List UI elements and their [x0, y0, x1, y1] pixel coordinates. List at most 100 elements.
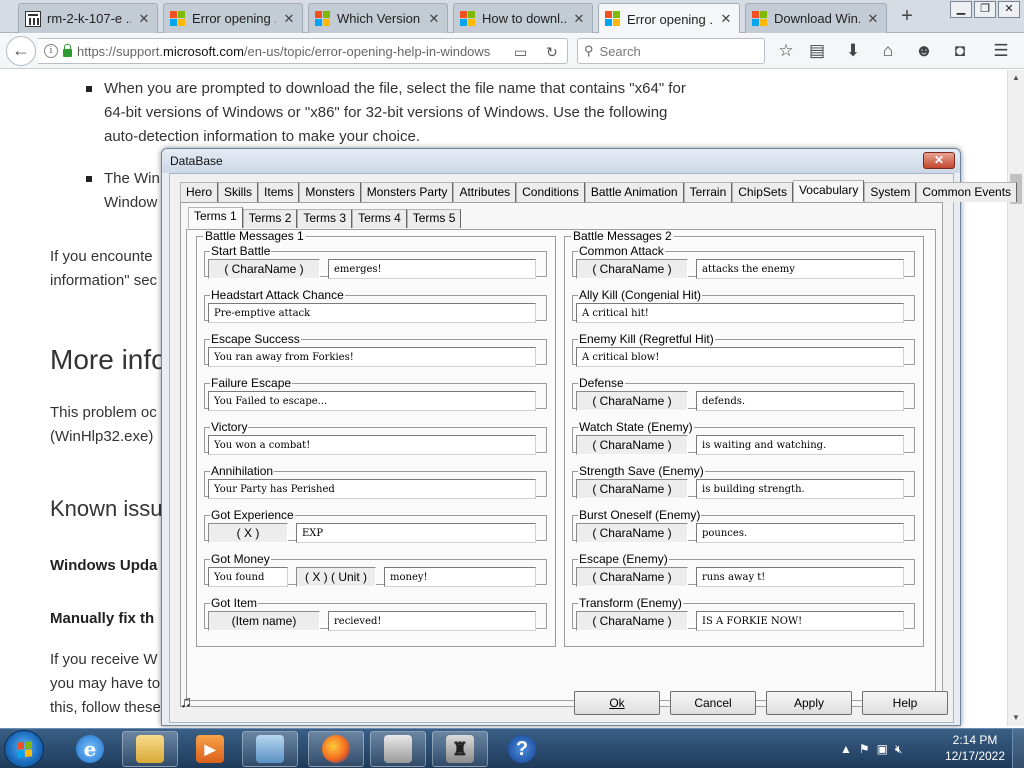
ally-kill-input[interactable]	[576, 303, 904, 323]
download-icon[interactable]: ⬇	[842, 40, 864, 62]
headstart-attack-field: Headstart Attack Chance	[204, 289, 547, 323]
taskbar-media-player[interactable]: ▶	[182, 731, 238, 767]
info-icon[interactable]: i	[44, 44, 58, 58]
page-scrollbar[interactable]: ▲ ▼	[1007, 70, 1024, 726]
tab-common-events[interactable]: Common Events	[916, 182, 1018, 202]
close-icon[interactable]: ✕	[572, 11, 586, 27]
tab-vocabulary[interactable]: Vocabulary	[792, 180, 865, 202]
taskbar-internet-explorer[interactable]: e	[62, 731, 118, 767]
reader-view-icon[interactable]: ▭	[514, 44, 527, 61]
taskbar-file-explorer[interactable]	[122, 731, 178, 767]
tab-conditions[interactable]: Conditions	[516, 182, 585, 202]
tab-terms-3[interactable]: Terms 3	[297, 209, 353, 228]
got-experience-input[interactable]	[296, 523, 536, 543]
tab-terms-5[interactable]: Terms 5	[406, 209, 462, 228]
browser-tab-3[interactable]: Which Version... ✕	[308, 3, 448, 33]
got-money-prefix-input[interactable]	[208, 567, 288, 587]
escape-enemy-input[interactable]	[696, 567, 904, 587]
ok-button[interactable]: Ok	[574, 691, 660, 715]
failure-escape-input[interactable]	[208, 391, 536, 411]
volume-muted-icon[interactable]: 🔇︎	[895, 742, 903, 757]
close-window-button[interactable]: ✕	[998, 1, 1020, 18]
browser-tab-6[interactable]: Download Win... ✕	[745, 3, 887, 33]
apply-button[interactable]: Apply	[766, 691, 852, 715]
reload-icon[interactable]: ↻	[546, 44, 558, 61]
close-icon[interactable]: ✕	[427, 11, 441, 27]
got-item-input[interactable]	[328, 611, 536, 631]
browser-tab-bar: rm-2-k-107-e ... ✕ Error opening ... ✕ W…	[0, 0, 1024, 34]
field-label: Start Battle	[211, 244, 271, 258]
back-button[interactable]: ←	[6, 36, 36, 66]
scroll-down-arrow[interactable]: ▼	[1008, 710, 1024, 726]
browser-tab-1[interactable]: rm-2-k-107-e ... ✕	[18, 3, 158, 33]
start-battle-input[interactable]	[328, 259, 536, 279]
got-money-suffix-input[interactable]	[384, 567, 536, 587]
common-attack-input[interactable]	[696, 259, 904, 279]
start-button[interactable]	[4, 730, 44, 768]
browser-tab-2[interactable]: Error opening ... ✕	[163, 3, 303, 33]
watch-state-input[interactable]	[696, 435, 904, 455]
search-bar[interactable]: ⚲ Search	[577, 38, 765, 64]
system-clock[interactable]: 2:14 PM 12/17/2022	[942, 732, 1008, 764]
tab-battle-animation[interactable]: Battle Animation	[584, 182, 684, 202]
burst-oneself-input[interactable]	[696, 523, 904, 543]
tab-monsters[interactable]: Monsters	[299, 182, 361, 202]
victory-input[interactable]	[208, 435, 536, 455]
home-icon[interactable]: ⌂	[877, 40, 899, 62]
taskbar-firefox[interactable]	[308, 731, 364, 767]
taskbar-rpg-maker[interactable]: ♜	[432, 731, 488, 767]
tab-skills[interactable]: Skills	[218, 182, 259, 202]
browser-tab-5-active[interactable]: Error opening ... ✕	[598, 3, 740, 34]
music-note-icon[interactable]: ♫	[180, 694, 192, 712]
tab-system[interactable]: System	[864, 182, 917, 202]
taskbar-help[interactable]: ?	[494, 731, 550, 767]
system-tray: ▲ ⚑ ▣ 🔇︎	[840, 729, 903, 768]
address-bar[interactable]: i https://support.microsoft.com/en-us/to…	[38, 38, 568, 64]
minimize-button[interactable]: ▁	[950, 1, 972, 18]
enemy-kill-input[interactable]	[576, 347, 904, 367]
help-button[interactable]: Help	[862, 691, 948, 715]
tab-terms-4[interactable]: Terms 4	[352, 209, 407, 228]
pocket-icon[interactable]: ◘	[949, 40, 971, 62]
close-icon[interactable]: ✕	[866, 11, 880, 27]
taskbar-control-panel[interactable]	[242, 731, 298, 767]
close-icon[interactable]: ✕	[719, 11, 733, 27]
field-label: Ally Kill (Congenial Hit)	[579, 288, 702, 302]
bookmark-star-icon[interactable]: ☆	[775, 40, 797, 62]
tab-terms-1[interactable]: Terms 1	[188, 207, 243, 228]
bullet1-line1: When you are prompted to download the fi…	[104, 80, 686, 97]
tab-items[interactable]: Items	[258, 182, 300, 202]
dialog-title-bar[interactable]: DataBase ✕	[162, 149, 960, 173]
browser-tab-4[interactable]: How to downl... ✕	[453, 3, 593, 33]
headstart-attack-input[interactable]	[208, 303, 536, 323]
show-desktop-button[interactable]	[1012, 729, 1024, 768]
defense-input[interactable]	[696, 391, 904, 411]
tab-monsters-party[interactable]: Monsters Party	[360, 182, 454, 202]
tab-hero[interactable]: Hero	[180, 182, 219, 202]
taskbar-window-manager[interactable]	[370, 731, 426, 767]
action-center-flag-icon[interactable]: ⚑	[859, 742, 870, 756]
restore-button[interactable]: ❐	[974, 1, 996, 18]
close-icon[interactable]: ✕	[282, 11, 296, 27]
terms-tab-strip: Terms 1 Terms 2 Terms 3 Terms 4 Terms 5	[188, 207, 462, 229]
tab-attributes[interactable]: Attributes	[453, 182, 517, 202]
network-icon[interactable]: ▣	[877, 742, 888, 756]
chat-icon[interactable]: ☻	[913, 40, 935, 62]
tab-terrain[interactable]: Terrain	[683, 182, 733, 202]
close-icon[interactable]: ✕	[137, 11, 151, 27]
cancel-button[interactable]: Cancel	[670, 691, 756, 715]
menu-icon[interactable]: ☰	[990, 40, 1012, 62]
strength-save-input[interactable]	[696, 479, 904, 499]
escape-enemy-field: Escape (Enemy) ( CharaName )	[572, 553, 915, 587]
dialog-close-button[interactable]: ✕	[923, 152, 955, 169]
show-hidden-icons-arrow[interactable]: ▲	[840, 742, 852, 756]
transform-enemy-input[interactable]	[696, 611, 904, 631]
new-tab-button[interactable]: +	[896, 6, 918, 28]
annihilation-input[interactable]	[208, 479, 536, 499]
reading-list-icon[interactable]: ▤	[806, 40, 828, 62]
field-label: Common Attack	[579, 244, 664, 258]
escape-success-input[interactable]	[208, 347, 536, 367]
scroll-up-arrow[interactable]: ▲	[1008, 70, 1024, 86]
tab-terms-2[interactable]: Terms 2	[242, 209, 298, 228]
tab-chipsets[interactable]: ChipSets	[732, 182, 793, 202]
